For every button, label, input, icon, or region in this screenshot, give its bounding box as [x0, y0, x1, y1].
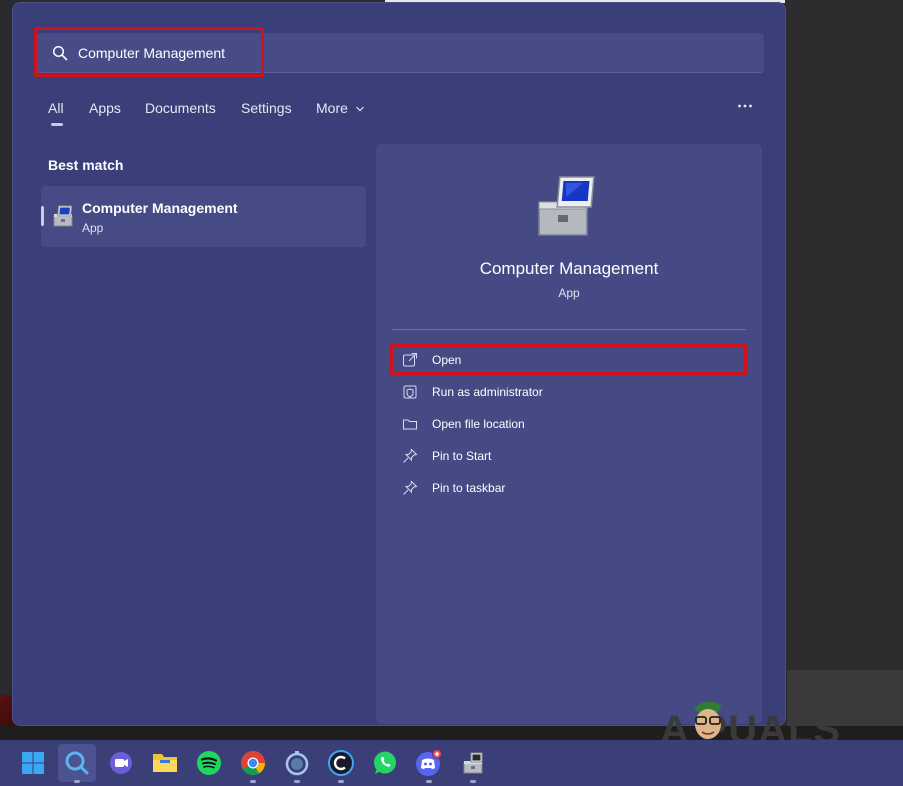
whatsapp-icon: [374, 751, 396, 774]
computer-management-icon: [53, 205, 73, 227]
search-annotation-box: [34, 27, 264, 77]
best-match-result[interactable]: [41, 186, 366, 247]
taskbar-search-button[interactable]: [58, 744, 96, 782]
app-icon: [285, 751, 309, 776]
detail-app-name: Computer Management: [479, 259, 659, 278]
pin-to-taskbar-label: Pin to taskbar: [432, 481, 506, 495]
taskbar-ccleaner-button[interactable]: [322, 744, 360, 782]
spotify-icon: [197, 751, 221, 775]
pin-to-start-label: Pin to Start: [432, 449, 492, 463]
appuals-mascot-logo: [694, 701, 722, 739]
file-explorer-icon: [153, 754, 177, 772]
taskbar-chat-button[interactable]: [102, 744, 140, 782]
taskbar-chrome-running-indicator: [250, 780, 256, 783]
run-as-administrator-button[interactable]: Run as administrator: [402, 382, 543, 402]
shield-icon: [403, 385, 417, 399]
chrome-icon: [241, 751, 265, 776]
computer-management-large-icon: [538, 176, 595, 236]
taskbar-spotify-button[interactable]: [190, 744, 228, 782]
tab-settings[interactable]: Settings: [241, 100, 292, 116]
taskbar-whatsapp-button[interactable]: [366, 744, 404, 782]
tab-apps[interactable]: Apps: [89, 100, 121, 116]
pin-icon: [403, 480, 418, 495]
discord-icon: [416, 749, 442, 776]
ccleaner-icon: [328, 750, 354, 776]
open-file-location-label: Open file location: [432, 417, 525, 431]
taskbar-ccleaner-running-indicator: [338, 780, 344, 783]
taskbar-computer-management-button[interactable]: [454, 744, 492, 782]
best-match-result-type: App: [82, 221, 104, 235]
pin-to-taskbar-button[interactable]: Pin to taskbar: [402, 478, 505, 498]
chevron-down-icon: [355, 106, 364, 112]
tab-more[interactable]: More: [316, 100, 365, 116]
taskbar-discord-button[interactable]: [410, 744, 448, 782]
folder-icon: [403, 419, 417, 430]
taskbar-computer-management-running-indicator: [470, 780, 476, 783]
computer-management-icon: [463, 752, 483, 774]
detail-divider: [392, 329, 746, 330]
taskbar-app-running-indicator: [294, 780, 300, 783]
best-match-heading: Best match: [48, 157, 124, 173]
search-icon: [65, 751, 89, 775]
taskbar-start-button[interactable]: [14, 744, 52, 782]
tab-more-label: More: [316, 100, 348, 116]
pin-to-start-button[interactable]: Pin to Start: [402, 446, 491, 466]
active-tab-indicator: [51, 123, 63, 126]
teams-chat-icon: [110, 752, 132, 774]
run-as-administrator-label: Run as administrator: [432, 385, 543, 399]
taskbar-app-button[interactable]: [278, 744, 316, 782]
taskbar-search-active-indicator: [74, 780, 80, 783]
open-file-location-button[interactable]: Open file location: [402, 414, 525, 434]
taskbar-discord-running-indicator: [426, 780, 432, 783]
tab-documents[interactable]: Documents: [145, 100, 216, 116]
selected-result-indicator: [41, 206, 44, 226]
tab-all[interactable]: All: [48, 100, 64, 116]
more-options-icon[interactable]: [737, 98, 753, 114]
windows-start-icon: [22, 752, 44, 774]
taskbar-chrome-button[interactable]: [234, 744, 272, 782]
open-annotation-box: [390, 344, 747, 375]
pin-icon: [403, 448, 418, 463]
taskbar-file-explorer-button[interactable]: [146, 744, 184, 782]
desktop-background: [787, 0, 903, 670]
best-match-result-name: Computer Management: [82, 200, 238, 216]
detail-app-type: App: [558, 286, 580, 300]
